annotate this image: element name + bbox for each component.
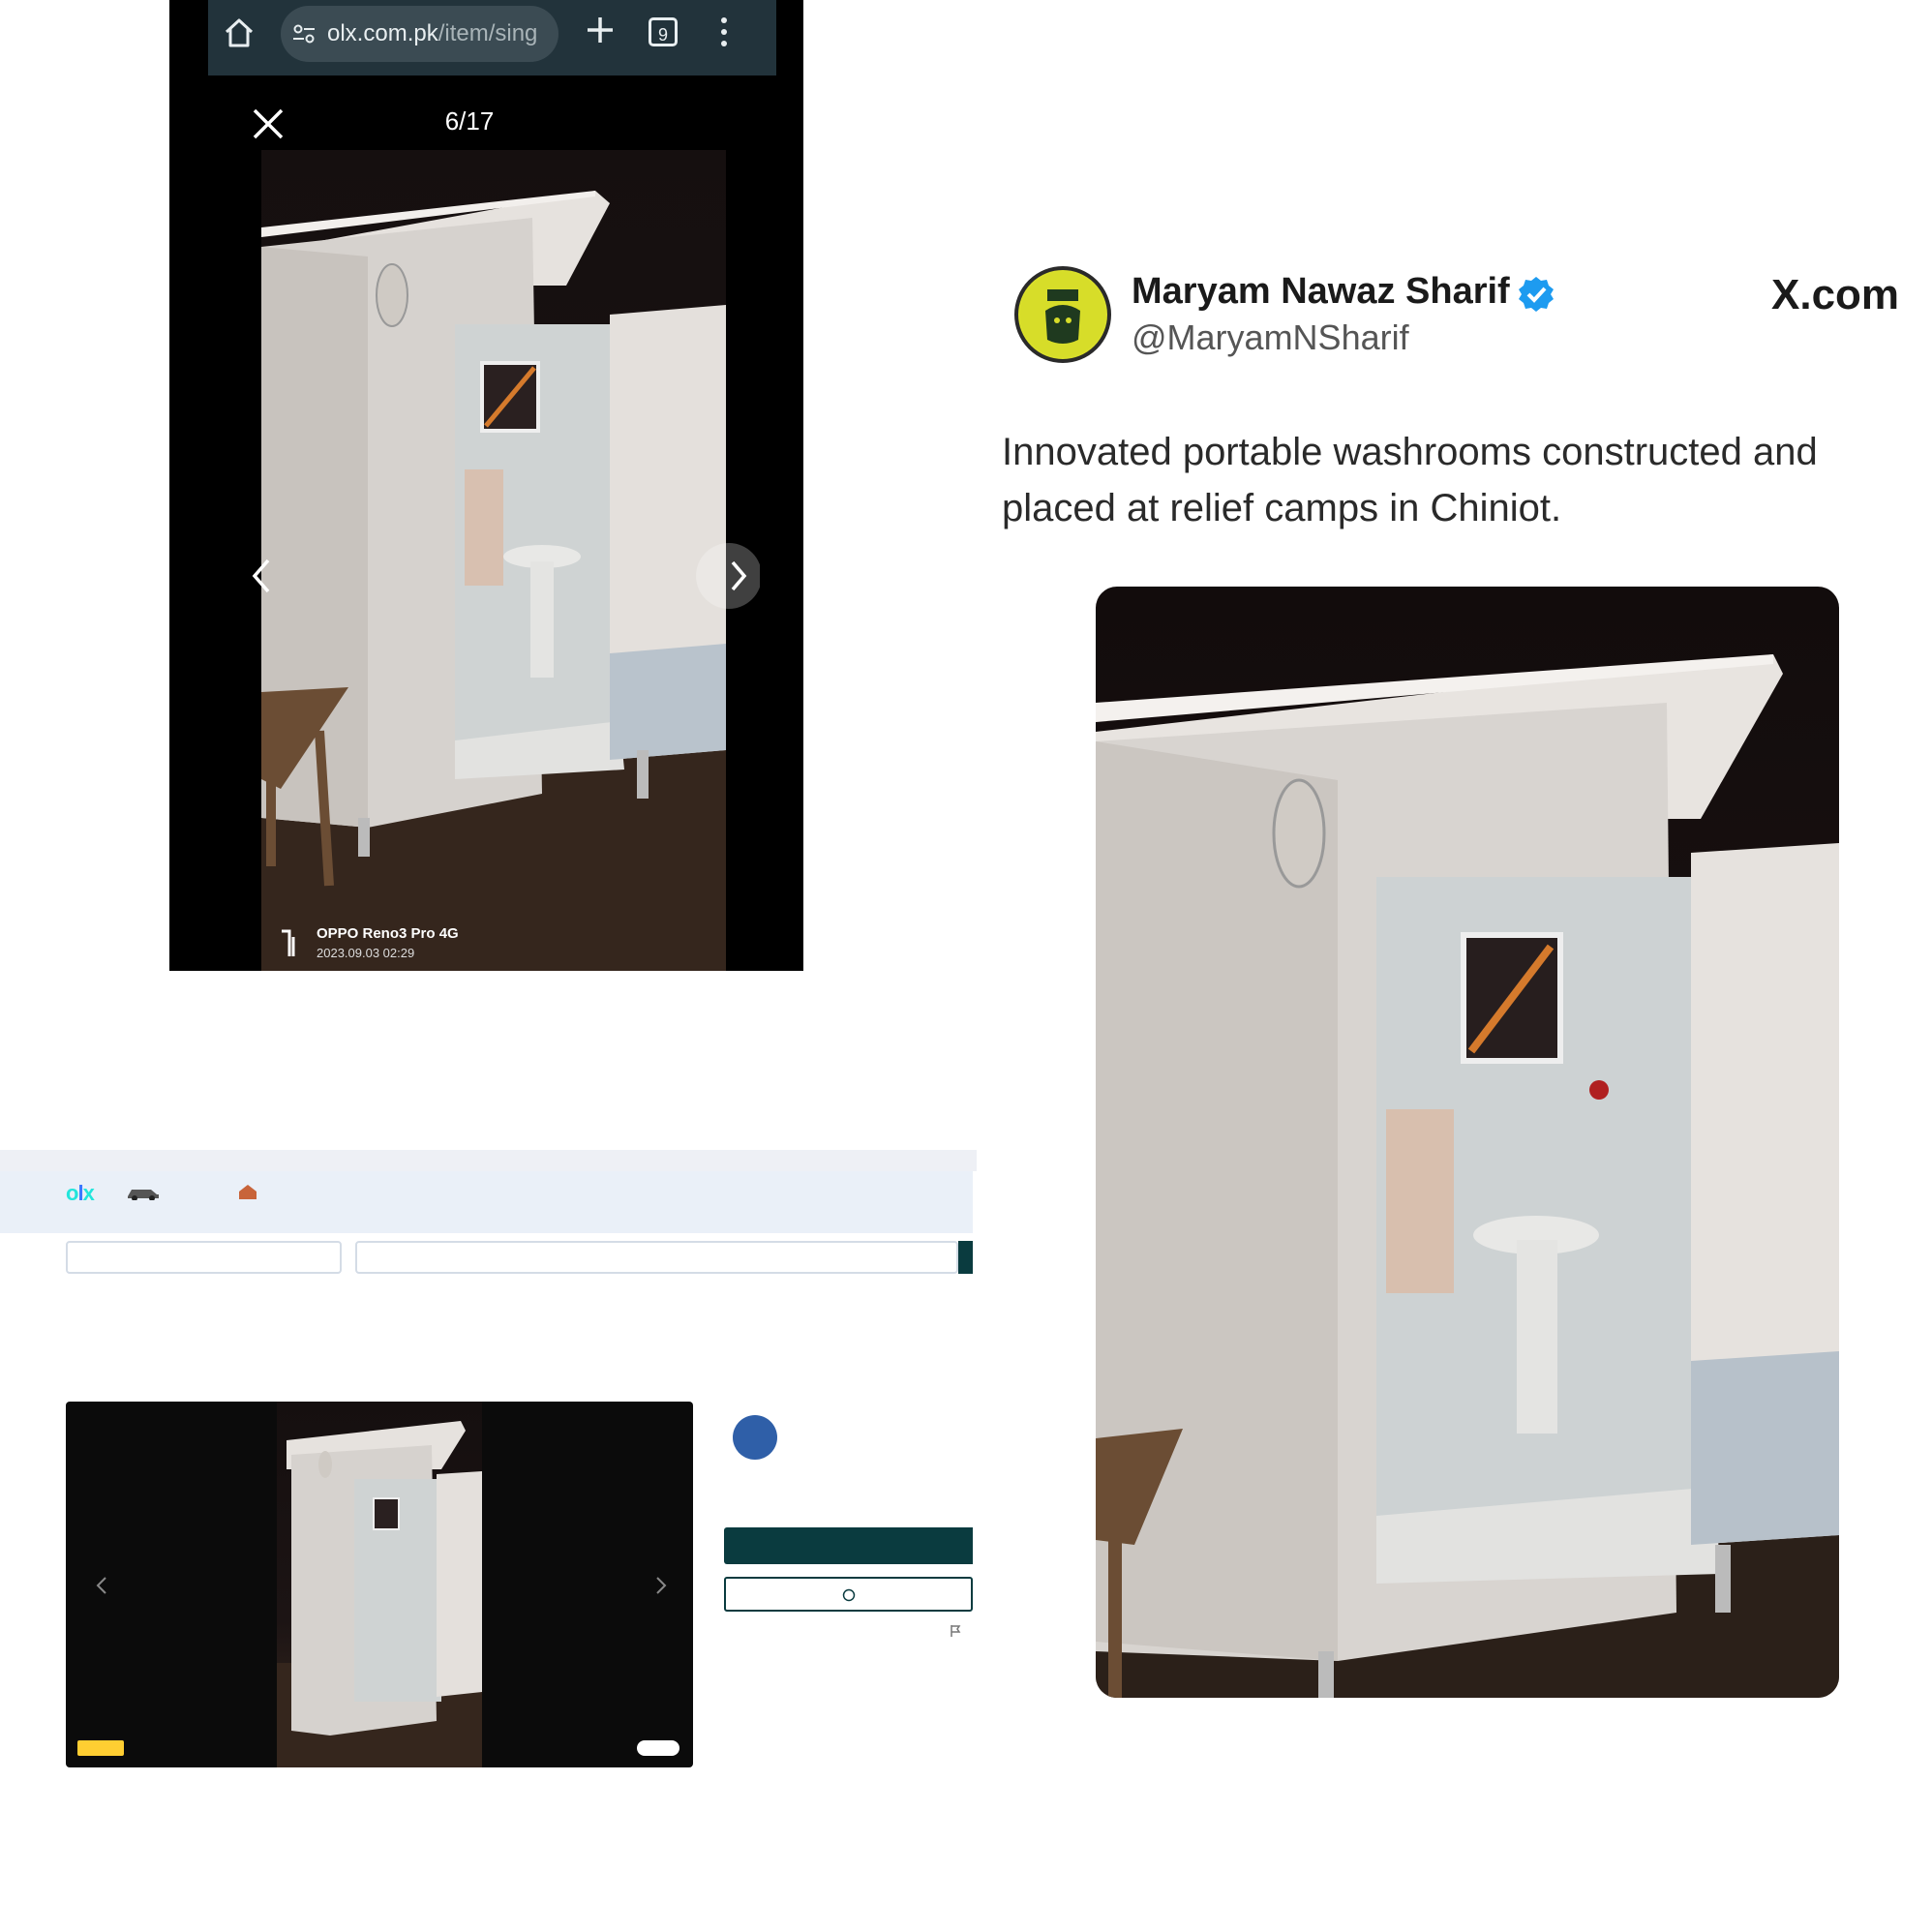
- search-input[interactable]: [355, 1241, 958, 1274]
- chevron-right-icon[interactable]: [692, 537, 760, 615]
- house-icon: [239, 1185, 257, 1199]
- chat-icon: [842, 1588, 855, 1602]
- listing-photo: [277, 1402, 482, 1767]
- chevron-left-icon[interactable]: [247, 555, 276, 597]
- display-name[interactable]: Maryam Nawaz Sharif: [1132, 271, 1510, 313]
- verified-badge-icon: [1519, 277, 1554, 312]
- url-path: /item/sing: [438, 20, 538, 46]
- avatar[interactable]: [1014, 266, 1111, 363]
- chat-button[interactable]: [724, 1577, 973, 1612]
- tune-icon[interactable]: [292, 23, 316, 45]
- plus-icon[interactable]: [584, 14, 617, 46]
- browser-toolbar: olx.com.pk/item/sing 9: [208, 0, 776, 75]
- tweet-text: Innovated portable washrooms constructed…: [1002, 431, 1818, 529]
- photo-count-badge: [637, 1740, 679, 1756]
- photo-counter: 6/17: [444, 106, 495, 136]
- tab-count: 9: [657, 25, 668, 45]
- flag-icon[interactable]: [949, 1624, 962, 1638]
- camera-timestamp: 2023.09.03 02:29: [317, 946, 415, 960]
- close-icon[interactable]: [249, 105, 287, 143]
- camera-watermark-icon: [282, 929, 295, 956]
- source-label: X.com: [1771, 271, 1900, 318]
- olx-logo[interactable]: olx: [66, 1181, 95, 1206]
- lion-emblem-icon: [1020, 272, 1105, 357]
- url-bar[interactable]: olx.com.pk/item/sing: [281, 6, 558, 62]
- car-icon: [128, 1190, 159, 1200]
- nav-property[interactable]: [237, 1183, 324, 1202]
- mobile-browser-screenshot: olx.com.pk/item/sing 9 6/17 OPPO Reno3 P…: [169, 0, 803, 971]
- menu-icon[interactable]: [719, 15, 729, 48]
- seller-avatar[interactable]: [733, 1415, 777, 1460]
- show-phone-button[interactable]: [724, 1527, 973, 1564]
- chevron-right-icon[interactable]: [654, 1576, 668, 1595]
- home-icon[interactable]: [222, 15, 257, 50]
- olx-listing-screenshot: olx: [0, 1150, 977, 1779]
- camera-model: OPPO Reno3 Pro 4G: [317, 925, 459, 942]
- location-select[interactable]: [66, 1241, 342, 1274]
- washroom-illustration: [261, 191, 726, 971]
- chevron-left-icon[interactable]: [95, 1576, 108, 1595]
- washroom-illustration: [1096, 654, 1839, 1698]
- user-handle[interactable]: @MaryamNSharif: [1132, 317, 1409, 358]
- washroom-photo: [261, 150, 726, 971]
- tweet-card: Maryam Nawaz Sharif @MaryamNSharif X.com…: [997, 252, 1917, 1704]
- listing-gallery[interactable]: [66, 1402, 693, 1767]
- tweet-media-photo[interactable]: [1096, 587, 1839, 1698]
- search-button[interactable]: [958, 1241, 973, 1274]
- olx-header: [0, 1171, 973, 1233]
- nav-motors[interactable]: [126, 1183, 203, 1202]
- washroom-illustration: [277, 1421, 482, 1767]
- featured-badge: [77, 1740, 124, 1756]
- tabs-icon[interactable]: 9: [649, 17, 678, 46]
- address-bar[interactable]: [0, 1150, 977, 1171]
- url-host: olx.com.pk: [327, 20, 438, 46]
